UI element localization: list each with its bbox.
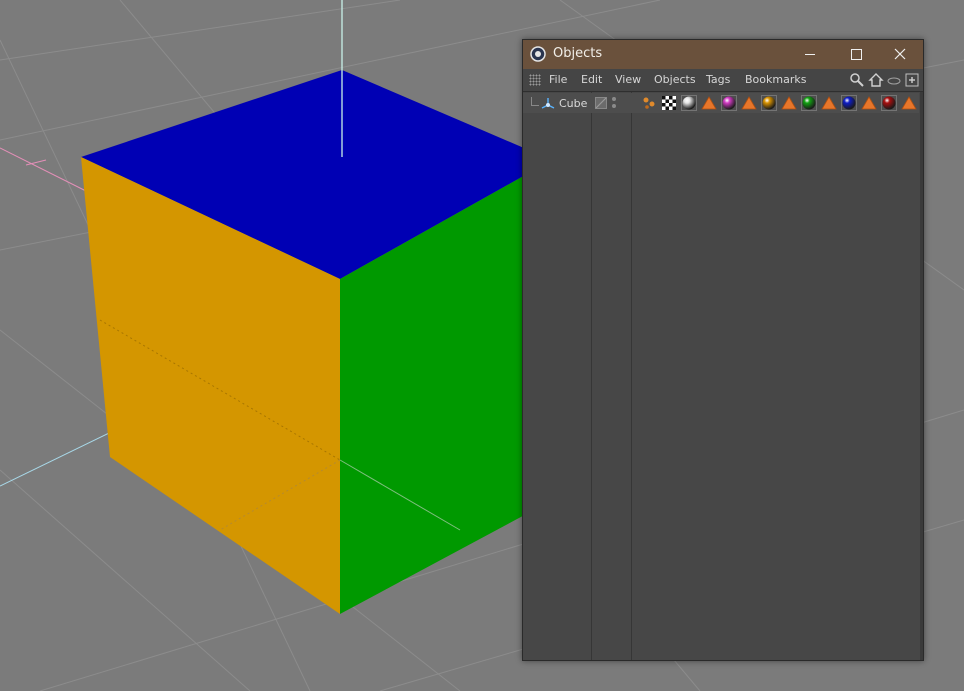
- menu-view[interactable]: View: [615, 73, 641, 86]
- scrollbar[interactable]: [920, 92, 923, 660]
- object-list[interactable]: Cube: [523, 92, 923, 660]
- polygon-selection-tag-icon[interactable]: [821, 95, 837, 111]
- material-ball-icon[interactable]: [801, 95, 817, 111]
- object-row-cube[interactable]: Cube: [523, 93, 919, 113]
- object-name-cube[interactable]: Cube: [559, 97, 587, 110]
- menu-bookmarks[interactable]: Bookmarks: [745, 73, 806, 86]
- panel-grip-icon[interactable]: [529, 74, 541, 86]
- menu-file[interactable]: File: [549, 73, 567, 86]
- cube-primitive-icon: [541, 98, 555, 109]
- minimize-button[interactable]: [787, 40, 833, 69]
- material-ball-icon[interactable]: [881, 95, 897, 111]
- close-icon: [894, 48, 906, 60]
- window-title: Objects: [553, 46, 603, 61]
- polygon-selection-tag-icon[interactable]: [861, 95, 877, 111]
- polygon-selection-tag-icon[interactable]: [701, 95, 717, 111]
- window-titlebar[interactable]: Objects: [523, 40, 923, 69]
- polygon-selection-tag-icon[interactable]: [781, 95, 797, 111]
- search-icon[interactable]: [849, 72, 865, 88]
- texture-tag-icon[interactable]: [641, 95, 657, 111]
- eye-icon[interactable]: [886, 72, 902, 88]
- close-button[interactable]: [877, 40, 923, 69]
- tree-connector: [531, 97, 539, 106]
- material-ball-icon[interactable]: [721, 95, 737, 111]
- minimize-icon: [805, 54, 815, 55]
- home-icon[interactable]: [868, 72, 884, 88]
- maximize-icon: [851, 49, 862, 60]
- menu-edit[interactable]: Edit: [581, 73, 602, 86]
- polygon-selection-tag-icon[interactable]: [901, 95, 917, 111]
- objects-panel[interactable]: Objects File Edit View Objects Tags Book…: [522, 39, 924, 661]
- column-divider[interactable]: [631, 92, 632, 660]
- column-divider[interactable]: [591, 92, 592, 660]
- material-ball-icon[interactable]: [761, 95, 777, 111]
- render-visibility-dots-icon[interactable]: [611, 96, 617, 110]
- editor-visibility-icon[interactable]: [595, 97, 607, 109]
- material-ball-icon[interactable]: [841, 95, 857, 111]
- menu-tags[interactable]: Tags: [706, 73, 730, 86]
- cinema4d-logo-icon: [530, 46, 546, 62]
- maximize-button[interactable]: [833, 40, 879, 69]
- new-panel-icon[interactable]: [904, 72, 920, 88]
- polygon-selection-tag-icon[interactable]: [741, 95, 757, 111]
- checker-material-icon[interactable]: [661, 95, 677, 111]
- menu-bar: File Edit View Objects Tags Bookmarks: [523, 69, 923, 92]
- material-ball-icon[interactable]: [681, 95, 697, 111]
- menu-objects[interactable]: Objects: [654, 73, 696, 86]
